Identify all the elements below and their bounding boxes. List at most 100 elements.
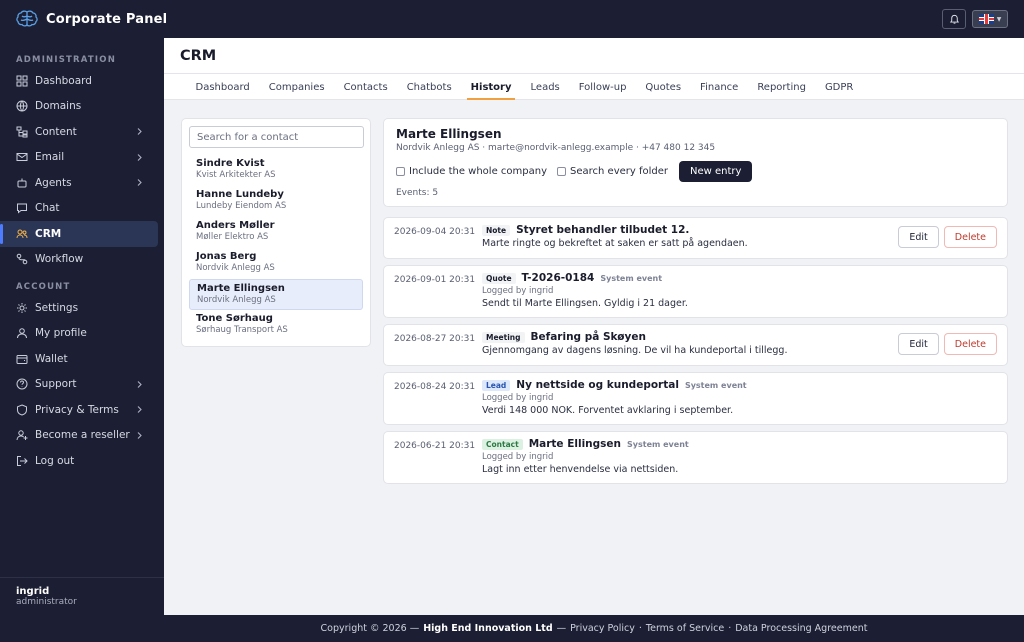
contact-list-item[interactable]: Sindre Kvist Kvist Arkitekter AS: [189, 155, 363, 186]
contact-list-panel: Sindre KvistKvist Arkitekter ASHanne Lun…: [181, 118, 371, 347]
search-folder-label: Search every folder: [570, 166, 669, 177]
sidebar-item-become-a-reseller[interactable]: Become a reseller: [0, 423, 158, 449]
edit-button[interactable]: Edit: [898, 226, 939, 248]
tab-follow-up[interactable]: Follow-up: [569, 74, 636, 100]
logout-icon: [16, 455, 28, 467]
footer-separator: —: [556, 623, 567, 634]
tab-dashboard[interactable]: Dashboard: [186, 74, 259, 100]
shield-icon: [16, 404, 28, 416]
grid-icon: [16, 75, 28, 87]
contact-list-item[interactable]: Hanne Lundeby Lundeby Eiendom AS: [189, 186, 363, 217]
main-content: CRM Dashboard Companies Contacts Chatbots Hi…: [164, 38, 1024, 615]
privacy-policy-link[interactable]: Privacy Policy: [570, 623, 635, 634]
sidebar-item-label: Chat: [35, 202, 60, 215]
event-date: 2026-08-27 20:31: [394, 334, 476, 344]
sidebar-item-agents[interactable]: Agents: [0, 170, 158, 196]
sidebar-item-support[interactable]: Support: [0, 372, 158, 398]
chevron-right-icon: [137, 128, 142, 135]
sidebar-item-content[interactable]: Content: [0, 119, 158, 145]
tab-reporting[interactable]: Reporting: [748, 74, 816, 100]
event-date: 2026-09-01 20:31: [394, 275, 476, 285]
contact-info: Nordvik Anlegg AS · marte@nordvik-anlegg…: [396, 143, 716, 153]
bell-icon: [949, 14, 959, 24]
chat-icon: [16, 202, 28, 214]
sidebar-item-privacy-terms[interactable]: Privacy & Terms: [0, 397, 158, 423]
contact-list-item[interactable]: Tone Sørhaug Sørhaug Transport AS: [189, 310, 363, 341]
sidebar-item-label: Workflow: [35, 253, 84, 266]
contact-list-item[interactable]: Jonas Berg Nordvik Anlegg AS: [189, 248, 363, 279]
uk-flag-icon: [978, 14, 994, 24]
language-selector[interactable]: ▼: [972, 10, 1008, 28]
event-description: Sendt til Marte Ellingsen. Gyldig i 21 d…: [482, 298, 688, 309]
include-company-checkbox[interactable]: Include the whole company: [396, 166, 547, 177]
contact-list-item[interactable]: Anders Møller Møller Elektro AS: [189, 217, 363, 248]
contact-list-item[interactable]: Marte Ellingsen Nordvik Anlegg AS: [189, 279, 363, 310]
contact-item-company: Nordvik Anlegg AS: [197, 295, 276, 305]
event-description: Lagt inn etter henvendelse via nettsiden…: [482, 464, 679, 475]
event-logged-by: Logged by ingrid: [482, 452, 554, 462]
contact-item-name: Hanne Lundeby: [196, 189, 284, 200]
contact-item-company: Kvist Arkitekter AS: [196, 170, 276, 180]
sidebar-item-label: Become a reseller: [35, 429, 130, 442]
sidebar-item-wallet[interactable]: Wallet: [0, 346, 158, 372]
sidebar-item-domains[interactable]: Domains: [0, 94, 158, 120]
event-title: Marte Ellingsen: [528, 438, 622, 450]
chevron-right-icon: [137, 179, 142, 186]
contact-item-name: Anders Møller: [196, 220, 275, 231]
sidebar-item-label: Wallet: [35, 352, 68, 365]
sidebar-item-log-out[interactable]: Log out: [0, 448, 158, 474]
sidebar-item-my-profile[interactable]: My profile: [0, 321, 158, 347]
sidebar-item-label: Email: [35, 151, 65, 164]
event-date: 2026-09-04 20:31: [394, 227, 476, 237]
mail-icon: [16, 151, 28, 163]
event-type-badge: Lead: [482, 379, 511, 391]
tab-quotes[interactable]: Quotes: [636, 74, 691, 100]
tab-finance[interactable]: Finance: [691, 74, 748, 100]
sidebar: ADMINISTRATION Dashboard Domains Content Em…: [0, 38, 164, 615]
contact-search-input[interactable]: [189, 126, 364, 148]
sidebar-item-settings[interactable]: Settings: [0, 295, 158, 321]
sidebar-item-dashboard[interactable]: Dashboard: [0, 68, 158, 94]
delete-button[interactable]: Delete: [943, 333, 997, 355]
section-label-administration: ADMINISTRATION: [16, 55, 117, 65]
brain-logo-icon: [16, 10, 38, 27]
user-name: ingrid: [16, 586, 50, 597]
contact-item-company: Nordvik Anlegg AS: [196, 263, 275, 273]
contact-item-company: Møller Elektro AS: [196, 232, 269, 242]
notifications-button[interactable]: [942, 9, 966, 29]
sidebar-item-chat[interactable]: Chat: [0, 196, 158, 222]
sidebar-item-workflow[interactable]: Workflow: [0, 247, 158, 273]
event-logged-by: Logged by ingrid: [482, 286, 554, 296]
user-plus-icon: [16, 429, 28, 441]
tab-history[interactable]: History: [461, 74, 521, 100]
data-processing-agreement-link[interactable]: Data Processing Agreement: [735, 623, 867, 634]
chevron-right-icon: [137, 406, 142, 413]
events-count: Events: 5: [396, 188, 439, 198]
tab-leads[interactable]: Leads: [521, 74, 569, 100]
tab-chatbots[interactable]: Chatbots: [397, 74, 461, 100]
system-event-label: System event: [600, 273, 663, 283]
event-title: Ny nettside og kundeportal: [516, 379, 679, 391]
contact-item-name: Tone Sørhaug: [196, 313, 273, 324]
tab-companies[interactable]: Companies: [259, 74, 334, 100]
event-title: Befaring på Skøyen: [530, 331, 646, 343]
terms-of-service-link[interactable]: Terms of Service: [646, 623, 724, 634]
delete-button[interactable]: Delete: [943, 226, 997, 248]
globe-icon: [16, 100, 28, 112]
brand[interactable]: Corporate Panel: [0, 10, 167, 28]
tab-contacts[interactable]: Contacts: [334, 74, 397, 100]
search-folder-checkbox[interactable]: Search every folder: [557, 166, 668, 177]
edit-button[interactable]: Edit: [898, 333, 939, 355]
app-title: Corporate Panel: [46, 11, 168, 27]
event-type-badge: Quote: [482, 272, 516, 284]
footer-dot: ·: [638, 623, 642, 634]
chevron-right-icon: [137, 380, 142, 388]
event-type-badge: Meeting: [482, 331, 525, 343]
event-title: T-2026-0184: [521, 272, 595, 284]
sidebar-item-crm[interactable]: CRM: [0, 221, 158, 247]
tab-gdpr[interactable]: GDPR: [815, 74, 862, 100]
help-icon: [16, 378, 28, 390]
new-entry-button[interactable]: New entry: [679, 161, 753, 182]
contact-item-company: Lundeby Eiendom AS: [196, 201, 287, 211]
sidebar-item-email[interactable]: Email: [0, 145, 158, 171]
